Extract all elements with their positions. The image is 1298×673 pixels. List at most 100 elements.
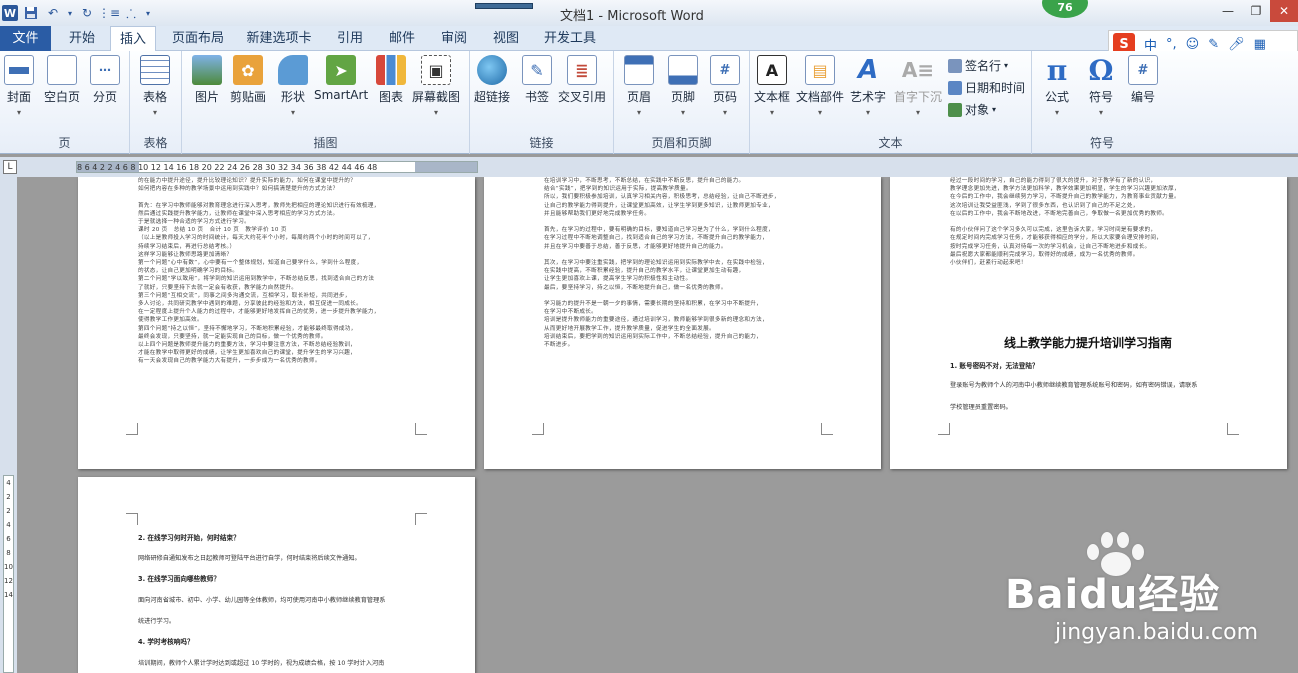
crop-mark <box>415 423 427 435</box>
page-3[interactable]: 经过一段时间的学习，自己的能力得到了很大的提升，对于教学有了新的认识， 教学理念… <box>890 177 1287 469</box>
footer-button[interactable]: 页脚 ▾ <box>668 55 698 117</box>
group-pages: 封面 ▾ 空白页 ⋯ 分页 页 <box>0 51 130 154</box>
tab-new-tab[interactable]: 新建选项卡 <box>240 26 318 51</box>
clip-art-icon: ✿ <box>233 55 263 85</box>
bookmark-icon: ✎ <box>522 55 552 85</box>
undo-icon[interactable]: ↶ <box>44 4 62 22</box>
ruler-right-margin <box>415 162 477 172</box>
page-4-answer-2: 网络研修自通知发布之日起教师可登陆平台进行自学，何时结束将后续文件通知。 <box>138 555 361 562</box>
vertical-ruler-scale[interactable]: 4 2 2 4 6 8 10 12 14 <box>3 475 14 673</box>
page-break-button[interactable]: ⋯ 分页 <box>90 55 120 105</box>
tab-file[interactable]: 文件 <box>0 26 51 51</box>
object-icon <box>948 102 962 117</box>
dropdown-arrow-icon[interactable]: ▾ <box>66 4 74 22</box>
redo-icon[interactable]: ↻ <box>78 4 96 22</box>
group-label-illustrations: 插图 <box>313 136 338 150</box>
page-number-button[interactable]: # 页码 ▾ <box>710 55 740 117</box>
hyperlink-button[interactable]: 超链接 <box>474 55 510 105</box>
text-box-button[interactable]: A 文本框 ▾ <box>754 55 790 117</box>
page-4-question-2: 2. 在线学习何时开始，何时结束？ <box>138 534 240 542</box>
blank-page-icon <box>47 55 77 85</box>
window-controls: — ❐ ✕ <box>1214 0 1298 22</box>
page-4-answer-3: 面向河南省城市、初中、小学、幼儿园等全体教师，均可使用河南中小教师继续教育管理系 <box>138 597 386 604</box>
tab-references[interactable]: 引用 <box>330 26 370 51</box>
equation-button[interactable]: π 公式 ▾ <box>1042 54 1072 118</box>
save-icon[interactable] <box>22 4 40 22</box>
tab-developer[interactable]: 开发工具 <box>538 26 602 51</box>
smartart-button[interactable]: ➤ SmartArt <box>314 55 368 102</box>
tab-review[interactable]: 审阅 <box>434 26 474 51</box>
wordart-button[interactable]: A 艺术字 ▾ <box>850 55 886 117</box>
grid-icon[interactable]: ▦ <box>1254 37 1266 52</box>
drop-cap-icon: A≡ <box>901 58 935 82</box>
omega-icon: Ω <box>1088 53 1114 87</box>
page-4-question-4: 4. 学时考核响吗？ <box>138 638 194 646</box>
cover-page-button[interactable]: 封面 ▾ <box>4 55 34 117</box>
number-icon: # <box>1128 55 1158 85</box>
tree-icon[interactable]: ⸫ <box>122 4 140 22</box>
page-3-answer-1-cont: 学校管理员重置密码。 <box>950 404 1012 411</box>
chart-icon <box>376 55 406 85</box>
watermark-brand: Baidu经验 <box>1005 572 1221 618</box>
maximize-button[interactable]: ❐ <box>1242 0 1270 22</box>
cross-reference-button[interactable]: ≣ 交叉引用 <box>558 55 606 105</box>
tab-home[interactable]: 开始 <box>60 26 104 51</box>
tab-page-layout[interactable]: 页面布局 <box>166 26 230 51</box>
pen-icon[interactable]: ✎ <box>1208 37 1219 52</box>
header-button[interactable]: 页眉 ▾ <box>624 55 654 117</box>
group-links: 超链接 ✎ 书签 ≣ 交叉引用 链接 <box>470 51 614 154</box>
crop-mark <box>821 423 833 435</box>
clip-art-button[interactable]: ✿ 剪贴画 <box>230 55 266 105</box>
screenshot-button[interactable]: ▣ 屏幕截图 ▾ <box>412 55 460 117</box>
shapes-button[interactable]: 形状 ▾ <box>278 55 308 117</box>
tab-selector[interactable]: L <box>3 160 17 174</box>
horizontal-ruler: L 8 6 4 2 2 4 6 8 10 12 14 16 18 20 22 2… <box>0 157 1298 177</box>
tab-insert[interactable]: 插入 <box>110 26 156 52</box>
tab-mailings[interactable]: 邮件 <box>382 26 422 51</box>
group-symbols: π 公式 ▾ Ω 符号 ▾ # 编号 符号 <box>1032 51 1172 154</box>
page-number-icon: # <box>710 55 740 85</box>
minimize-button[interactable]: — <box>1214 0 1242 22</box>
cross-reference-icon: ≣ <box>567 55 597 85</box>
ribbon-tab-bar: 文件 开始 插入 页面布局 新建选项卡 引用 邮件 审阅 视图 开发工具 <box>0 26 1298 52</box>
score-badge[interactable]: 76 <box>1042 0 1088 18</box>
window-title: 文档1 - Microsoft Word <box>560 9 704 24</box>
chart-button[interactable]: 图表 <box>376 55 406 105</box>
wordart-icon: A <box>857 55 879 85</box>
page-break-icon: ⋯ <box>90 55 120 85</box>
page-4[interactable]: 2. 在线学习何时开始，何时结束？ 网络研修自通知发布之日起教师可登陆平台进行自… <box>78 477 475 673</box>
date-time-button[interactable]: 日期和时间 <box>948 79 1025 96</box>
numbering-button[interactable]: # 编号 <box>1128 55 1158 105</box>
page-4-answer-3-cont: 统进行学习。 <box>138 618 176 625</box>
bookmark-button[interactable]: ✎ 书签 <box>522 55 552 105</box>
page-1[interactable]: 的在能力中提升途径，提升比较理论知识？提升实际的能力，如何在课堂中提升的？ 如何… <box>78 177 475 469</box>
numbering-icon[interactable]: ⋮≡ <box>98 4 120 22</box>
tab-view[interactable]: 视图 <box>486 26 526 51</box>
close-button[interactable]: ✕ <box>1270 0 1298 22</box>
object-button[interactable]: 对象 ▾ <box>948 101 996 118</box>
smiley-icon[interactable]: ☺ <box>1186 37 1200 52</box>
crop-mark <box>126 423 138 435</box>
crop-mark <box>532 423 544 435</box>
ime-punctuation-toggle[interactable]: °, <box>1166 37 1177 52</box>
picture-button[interactable]: 图片 <box>192 55 222 105</box>
table-button[interactable]: 表格 ▾ <box>140 55 170 117</box>
quick-parts-button[interactable]: ▤ 文档部件 ▾ <box>796 55 844 117</box>
page-3-answer-1: 登录账号为教师个人的河南中小教师继续教育管理系统账号和密码，如有密码错误，请联系 <box>950 382 1198 389</box>
symbol-button[interactable]: Ω 符号 ▾ <box>1086 53 1116 118</box>
group-label-header-footer: 页眉和页脚 <box>651 136 712 150</box>
text-box-icon: A <box>757 55 787 85</box>
drop-cap-button[interactable]: A≡ 首字下沉 ▾ <box>894 55 942 117</box>
customize-qat-icon[interactable]: ▾ <box>144 4 152 22</box>
progress-indicator <box>475 3 533 9</box>
page-1-body: 的在能力中提升途径，提升比较理论知识？提升实际的能力，如何在课堂中提升的？ 如何… <box>138 178 380 365</box>
group-label-tables: 表格 <box>143 136 168 150</box>
group-text: A 文本框 ▾ ▤ 文档部件 ▾ A 艺术字 ▾ A≡ 首字下沉 ▾ 签名行 ▾ 日期和时… <box>750 51 1032 154</box>
ruler-scale[interactable]: 8 6 4 2 2 4 6 8 10 12 14 16 18 20 22 24 … <box>76 161 478 173</box>
blank-page-button[interactable]: 空白页 <box>44 55 80 105</box>
page-2[interactable]: 在培训学习中，不断思考，不断总结，在实践中不断反思，提升自己的能力。 结合“实践… <box>484 177 881 469</box>
signature-line-button[interactable]: 签名行 ▾ <box>948 57 1008 74</box>
word-logo-icon[interactable]: W <box>2 5 18 21</box>
mic-icon[interactable]: 🎤︎ <box>1228 37 1245 52</box>
signature-icon <box>948 58 962 73</box>
